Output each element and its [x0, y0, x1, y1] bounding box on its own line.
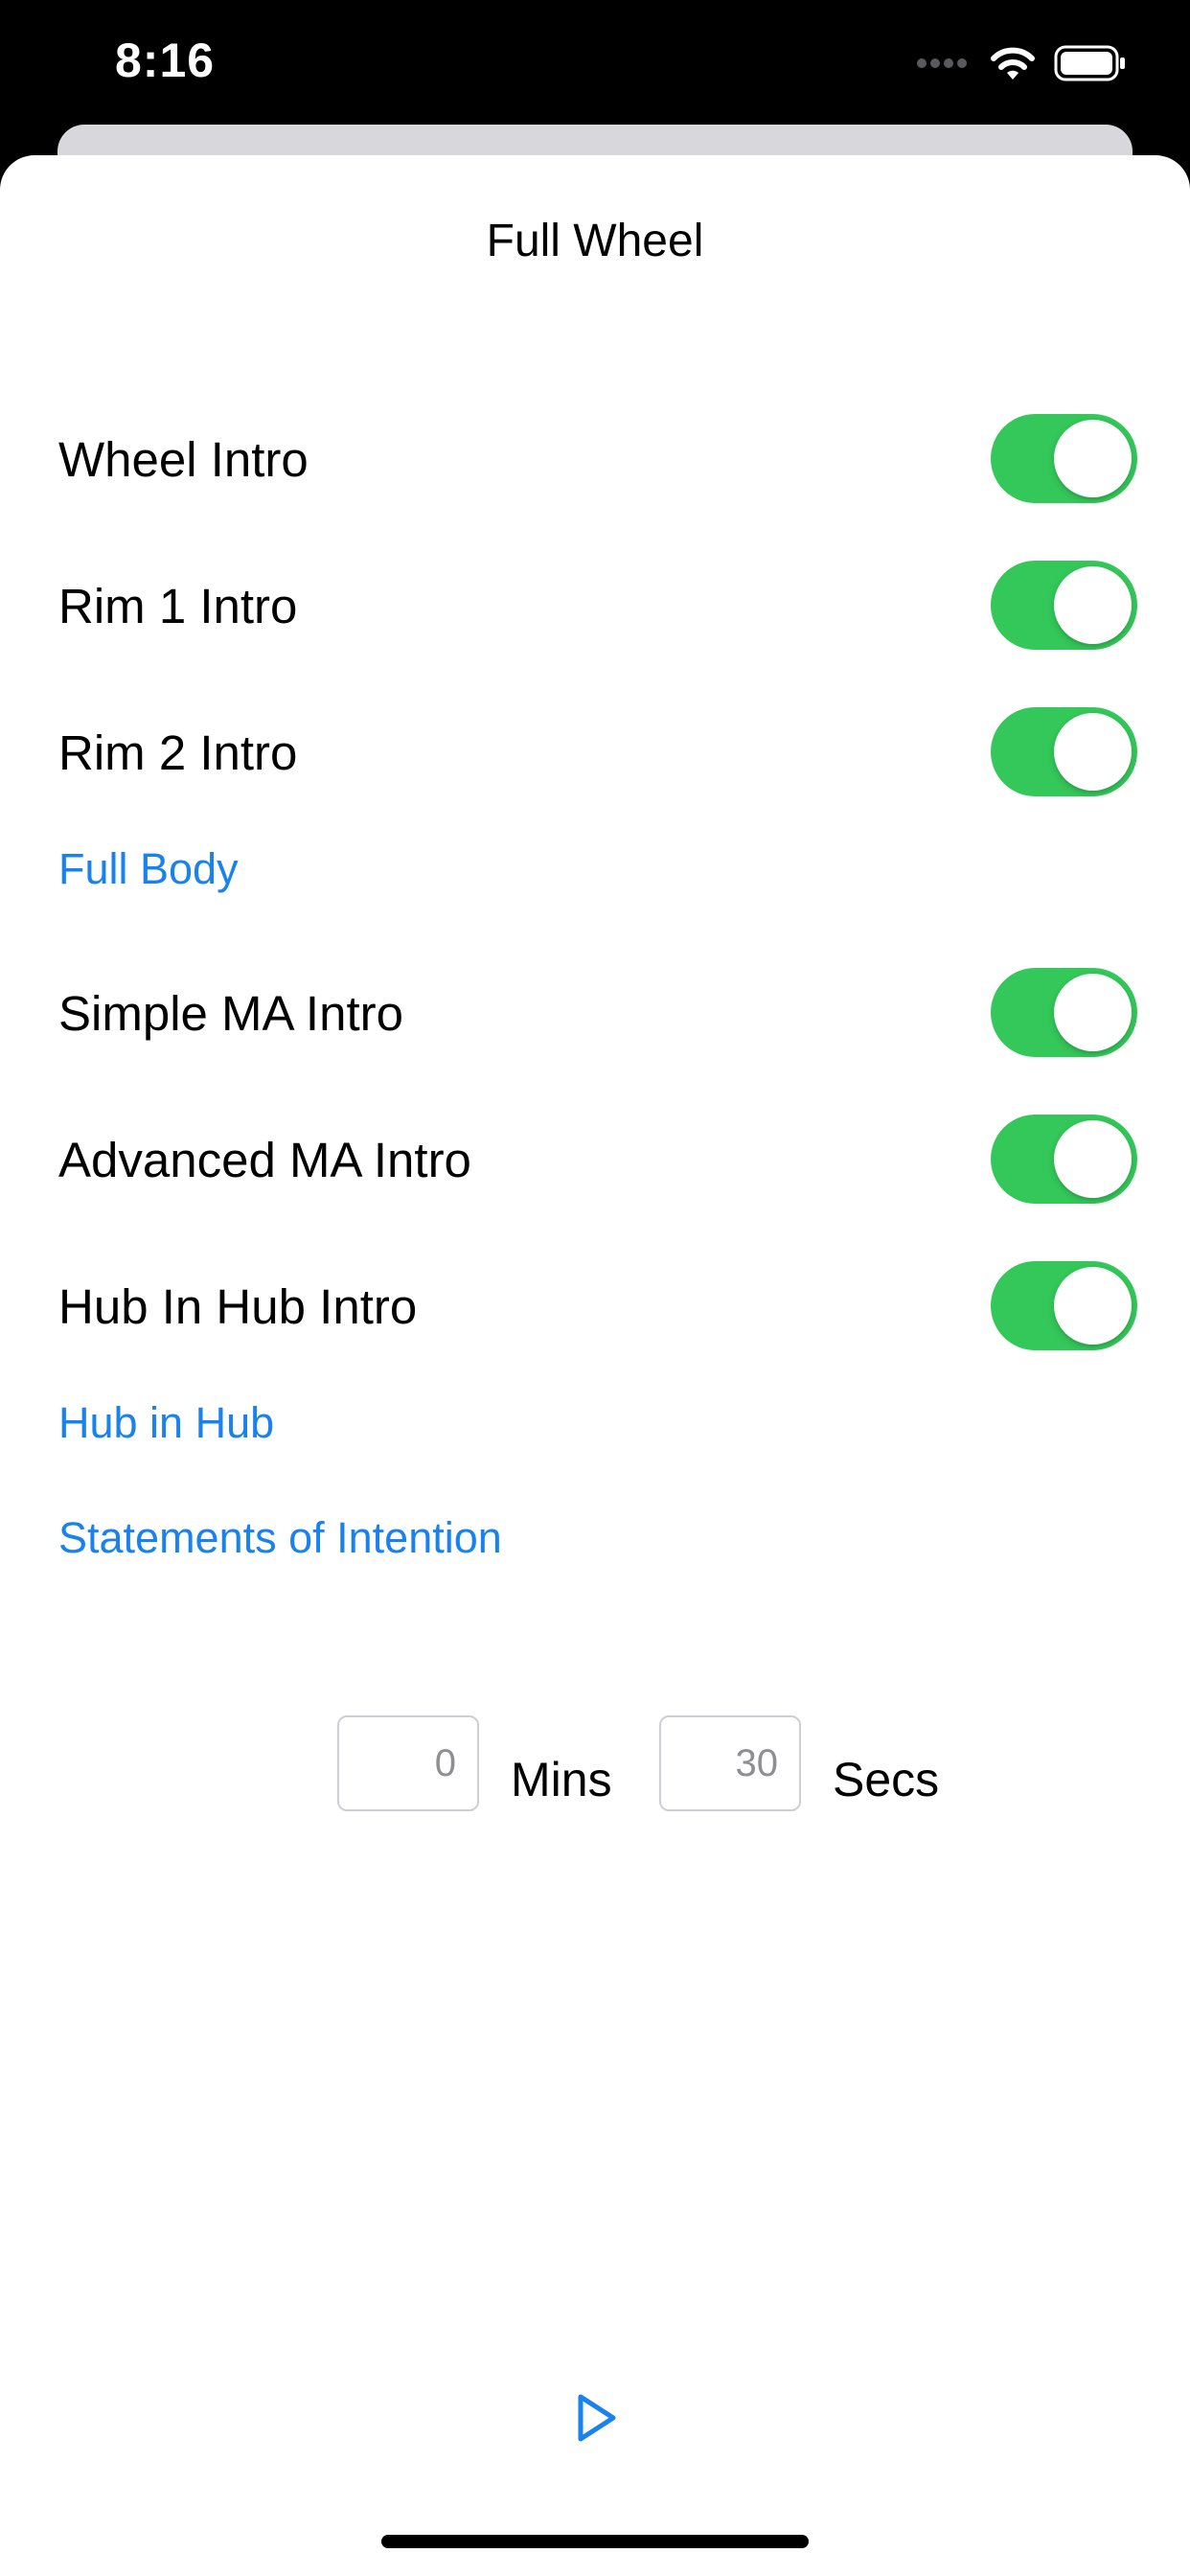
rim-2-intro-label: Rim 2 Intro	[58, 725, 298, 780]
wheel-intro-label: Wheel Intro	[58, 432, 309, 487]
toggle-knob	[1054, 420, 1132, 497]
status-icons	[916, 42, 1127, 84]
toggle-knob	[1054, 974, 1132, 1051]
hub-in-hub-intro-toggle[interactable]	[991, 1261, 1137, 1350]
toggle-knob	[1054, 713, 1132, 791]
advanced-ma-intro-toggle[interactable]	[991, 1115, 1137, 1204]
rim-1-intro-toggle[interactable]	[991, 561, 1137, 650]
hub-in-hub-link[interactable]: Hub in Hub	[58, 1398, 274, 1448]
home-indicator	[381, 2535, 809, 2548]
full-body-link[interactable]: Full Body	[58, 844, 239, 894]
seconds-input[interactable]	[659, 1715, 801, 1811]
rim-1-intro-label: Rim 1 Intro	[58, 579, 298, 633]
toggle-knob	[1054, 1120, 1132, 1198]
battery-icon	[1054, 45, 1125, 81]
seconds-label: Secs	[833, 1753, 940, 1806]
play-button[interactable]	[573, 2391, 621, 2445]
cellular-signal-icon	[917, 58, 967, 68]
sheet-title: Full Wheel	[486, 216, 704, 266]
modal-sheet	[0, 155, 1190, 2576]
toggle-knob	[1054, 1267, 1132, 1345]
status-time: 8:16	[115, 34, 216, 87]
play-icon	[578, 2394, 616, 2442]
hub-in-hub-intro-label: Hub In Hub Intro	[58, 1279, 418, 1334]
rim-2-intro-toggle[interactable]	[991, 707, 1137, 796]
status-bar: 8:16	[0, 0, 1190, 134]
wheel-intro-toggle[interactable]	[991, 414, 1137, 503]
advanced-ma-intro-label: Advanced MA Intro	[58, 1133, 471, 1187]
minutes-input[interactable]	[337, 1715, 479, 1811]
simple-ma-intro-label: Simple MA Intro	[58, 986, 403, 1041]
statements-of-intention-link[interactable]: Statements of Intention	[58, 1513, 502, 1563]
minutes-label: Mins	[511, 1753, 612, 1806]
toggle-knob	[1054, 566, 1132, 644]
simple-ma-intro-toggle[interactable]	[991, 968, 1137, 1057]
wifi-icon	[991, 47, 1035, 80]
